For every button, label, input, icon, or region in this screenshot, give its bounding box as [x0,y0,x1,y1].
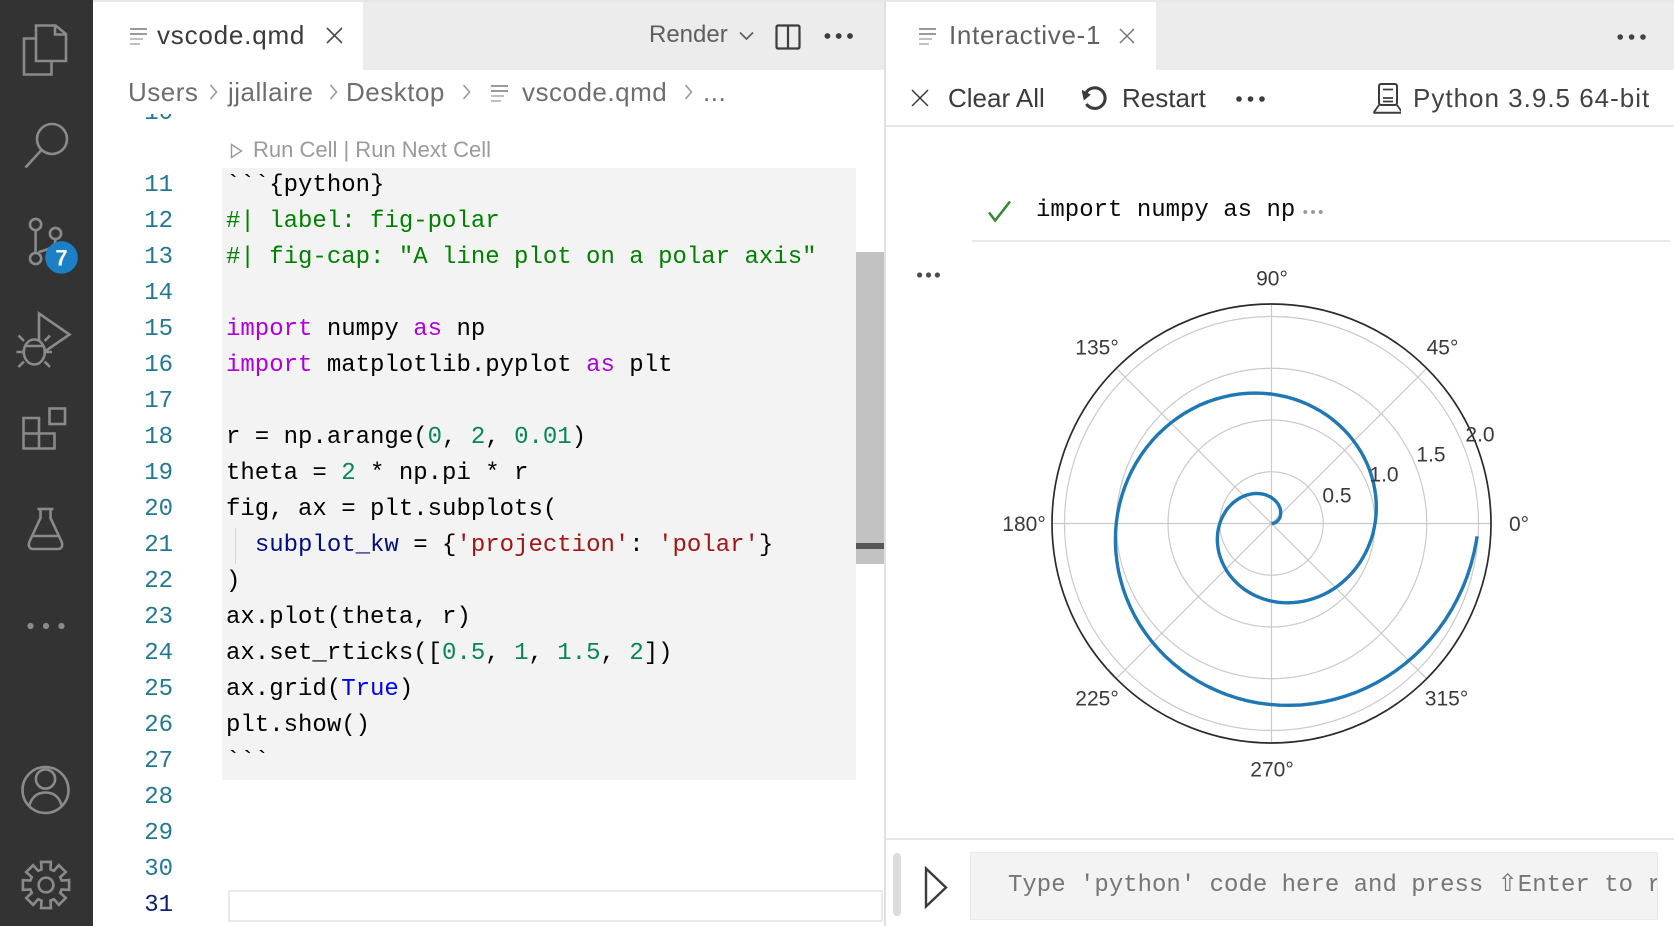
svg-text:45°: 45° [1427,337,1459,360]
svg-text:7: 7 [55,246,67,271]
svg-text:135°: 135° [1075,337,1118,360]
svg-text:270°: 270° [1250,759,1293,782]
svg-text:90°: 90° [1256,268,1288,291]
svg-text:180°: 180° [1002,513,1045,536]
svg-text:315°: 315° [1425,688,1468,711]
svg-text:1.0: 1.0 [1369,464,1398,487]
svg-text:0°: 0° [1509,513,1529,536]
svg-text:2.0: 2.0 [1465,424,1494,447]
svg-text:225°: 225° [1075,688,1118,711]
svg-text:0.5: 0.5 [1322,485,1351,508]
svg-text:1.5: 1.5 [1416,444,1445,467]
